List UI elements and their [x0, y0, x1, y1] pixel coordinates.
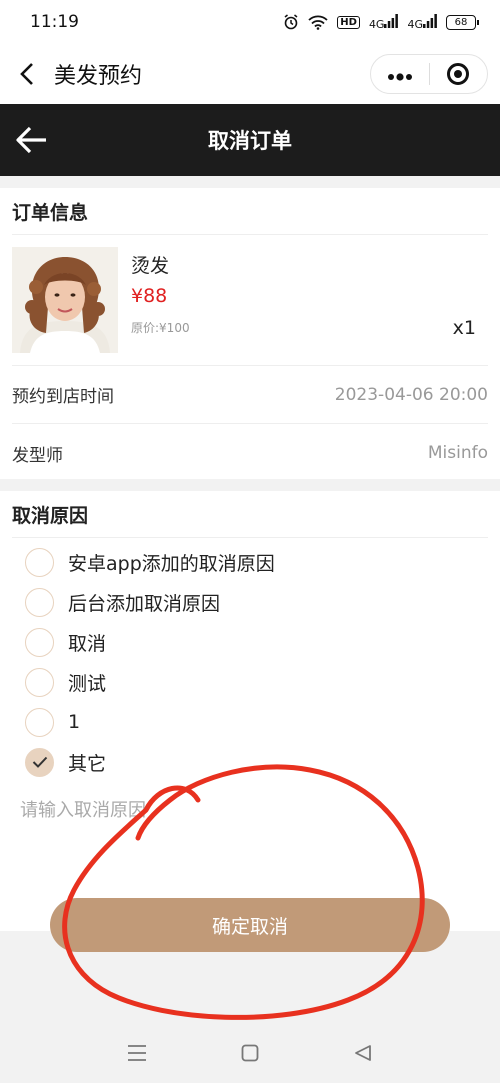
- network-label-1: 4G: [368, 17, 385, 31]
- product-item: 烫发 ¥88 原价:¥100 x1: [12, 235, 488, 366]
- appointment-time-row: 预约到店时间 2023-04-06 20:00: [12, 366, 488, 424]
- order-info-title: 订单信息: [12, 188, 488, 235]
- reason-option[interactable]: 取消: [0, 622, 500, 662]
- cancel-reason-title: 取消原因: [12, 491, 488, 538]
- stylist-label: 发型师: [12, 445, 63, 466]
- signal-icon-1: 4G: [368, 13, 399, 31]
- reason-option[interactable]: 后台添加取消原因: [0, 582, 500, 622]
- checkmark-icon: [32, 756, 47, 768]
- reason-option[interactable]: 测试: [0, 662, 500, 702]
- signal-icon-2: 4G: [407, 13, 437, 31]
- product-quantity: x1: [452, 317, 476, 339]
- wifi-icon: [308, 15, 328, 30]
- more-dots-icon: [387, 72, 412, 81]
- cancel-reason-card: 取消原因 安卓app添加的取消原因 后台添加取消原因 取消 测试 1 其它 请输…: [0, 491, 500, 931]
- page-header: 取消订单: [0, 104, 500, 176]
- chevron-left-icon: [20, 63, 33, 85]
- confirm-cancel-button[interactable]: 确定取消: [50, 898, 450, 952]
- product-price: ¥88: [131, 285, 168, 307]
- status-icons: HD 4G 4G 68: [283, 13, 479, 31]
- status-time: 11:19: [30, 12, 79, 32]
- reason-label: 安卓app添加的取消原因: [68, 552, 275, 575]
- reason-label: 测试: [68, 672, 107, 695]
- reason-list: 安卓app添加的取消原因 后台添加取消原因 取消 测试 1 其它: [0, 542, 500, 782]
- product-thumbnail: [12, 247, 118, 353]
- reason-label: 1: [68, 711, 81, 733]
- navbar: 美发预约: [0, 44, 500, 104]
- header-back-button[interactable]: [14, 124, 48, 156]
- hd-icon: HD: [337, 15, 360, 29]
- order-info-card: 订单信息 烫发 ¥88 原价:¥100 x1 预约到店时间 2023-04-06…: [0, 188, 500, 479]
- radio-icon[interactable]: [25, 707, 54, 737]
- reason-option[interactable]: 1: [0, 702, 500, 742]
- reason-label: 后台添加取消原因: [68, 592, 221, 615]
- system-nav-bar: [0, 1023, 500, 1083]
- stylist-value: Misinfo: [427, 443, 488, 463]
- page: 11:19 HD 4G 4G 68 美发预约 取消订单 订单信息 烫发 ¥88 …: [0, 0, 500, 1083]
- radio-icon[interactable]: [25, 667, 54, 697]
- target-icon-dot: [454, 70, 463, 78]
- target-icon: [447, 63, 470, 85]
- radio-icon[interactable]: [25, 547, 54, 577]
- arrow-left-icon: [16, 126, 46, 154]
- status-bar: 11:19 HD 4G 4G 68: [0, 0, 500, 44]
- product-name: 烫发: [131, 255, 170, 277]
- back-icon[interactable]: [348, 1038, 378, 1068]
- nav-back-button[interactable]: [0, 44, 54, 104]
- radio-checked-icon[interactable]: [25, 747, 54, 777]
- appointment-time-value: 2023-04-06 20:00: [334, 384, 488, 405]
- more-button[interactable]: [371, 62, 429, 87]
- appointment-time-label: 预约到店时间: [12, 387, 114, 407]
- reason-label: 其它: [68, 752, 107, 775]
- product-original-price: 原价:¥100: [131, 321, 190, 335]
- menu-icon[interactable]: [122, 1038, 152, 1068]
- network-label-2: 4G: [407, 17, 423, 31]
- close-miniprogram-button[interactable]: [430, 63, 488, 85]
- nav-title: 美发预约: [54, 64, 143, 89]
- page-title: 取消订单: [208, 129, 292, 153]
- radio-icon[interactable]: [25, 627, 54, 657]
- radio-icon[interactable]: [25, 587, 54, 617]
- home-icon[interactable]: [235, 1038, 265, 1068]
- alarm-icon: [284, 14, 298, 30]
- capsule-menu: [370, 54, 488, 94]
- battery-icon: 68: [446, 14, 479, 30]
- cancel-reason-input[interactable]: [20, 796, 460, 856]
- reason-label: 取消: [68, 632, 107, 655]
- stylist-row: 发型师 Misinfo: [12, 424, 488, 482]
- reason-option-selected[interactable]: 其它: [0, 742, 500, 782]
- reason-option[interactable]: 安卓app添加的取消原因: [0, 542, 500, 582]
